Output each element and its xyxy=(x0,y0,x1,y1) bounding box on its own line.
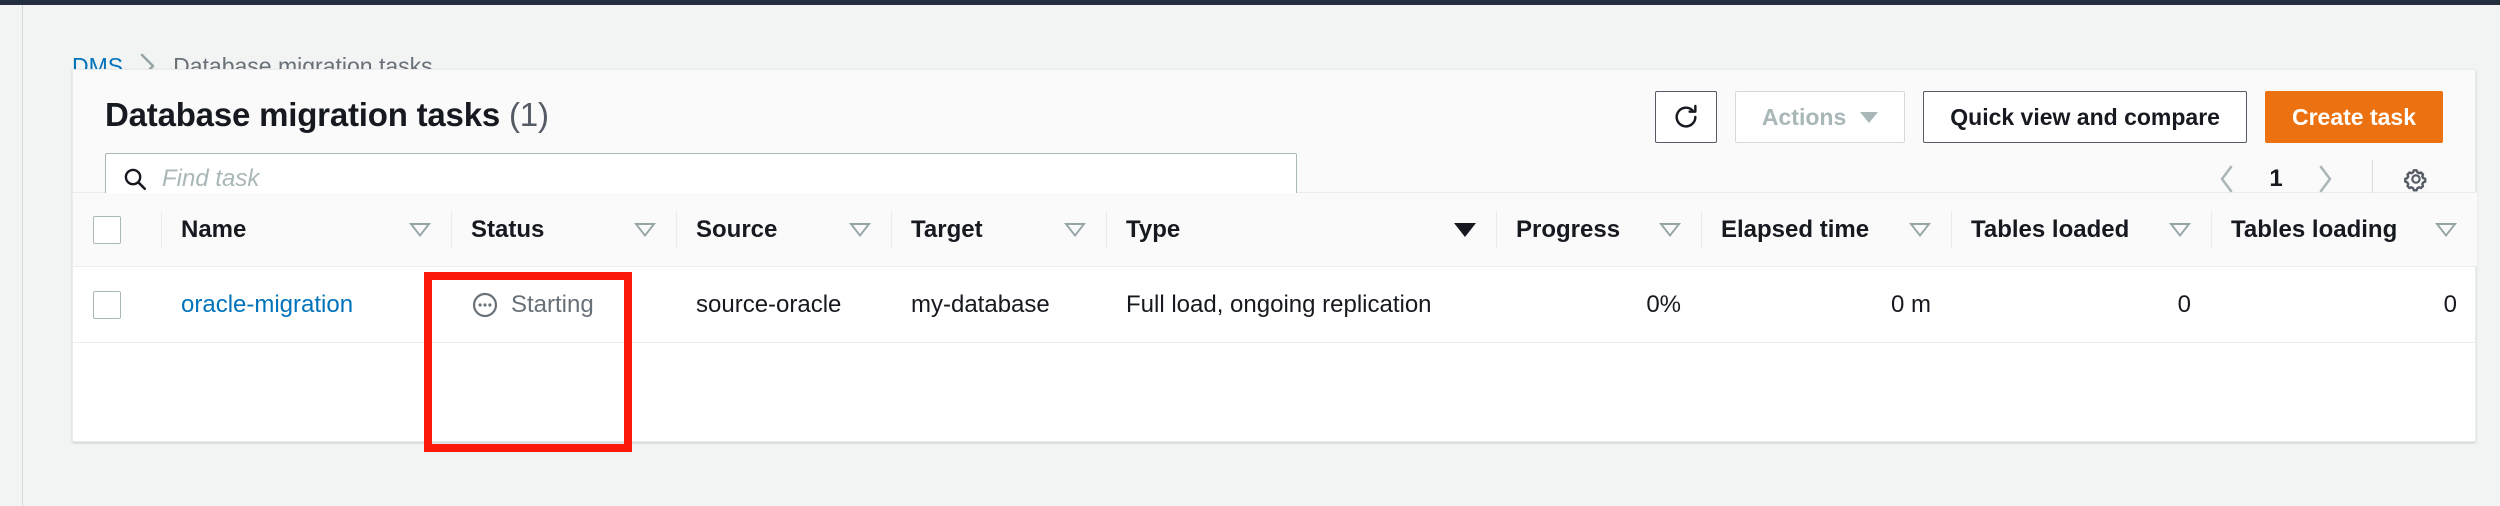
column-label-target: Target xyxy=(911,215,983,243)
cell-row-select xyxy=(73,266,161,343)
column-header-type[interactable]: Type xyxy=(1106,192,1496,267)
column-header-target[interactable]: Target xyxy=(891,192,1106,267)
column-header-tables-loaded[interactable]: Tables loaded xyxy=(1951,192,2211,267)
sort-triangle-icon-source[interactable] xyxy=(849,222,871,237)
page-title-text: Database migration tasks xyxy=(105,96,501,133)
column-label-elapsed-time: Elapsed time xyxy=(1721,215,1870,243)
card-header: Database migration tasks (1) Actions Qui… xyxy=(73,70,2475,205)
status-badge: Starting xyxy=(471,291,656,319)
column-header-elapsed-time[interactable]: Elapsed time xyxy=(1701,192,1951,267)
sort-triangle-icon-progress[interactable] xyxy=(1659,222,1681,237)
caret-down-icon xyxy=(1860,111,1879,123)
column-header-name[interactable]: Name xyxy=(161,192,451,267)
actions-dropdown-button[interactable]: Actions xyxy=(1734,91,1906,143)
status-text: Starting xyxy=(511,290,594,318)
create-task-button[interactable]: Create task xyxy=(2264,91,2443,143)
page-title: Database migration tasks (1) xyxy=(105,96,549,134)
cell-elapsed-time: 0 m xyxy=(1701,266,1951,343)
tasks-table-head: Name Status Source Target Type Progress … xyxy=(73,192,2477,267)
cell-tables-loaded: 0 xyxy=(1951,266,2211,343)
sort-triangle-icon-tables-loaded[interactable] xyxy=(2169,222,2191,237)
column-label-progress: Progress xyxy=(1516,215,1621,243)
search-icon xyxy=(122,166,148,192)
quick-view-and-compare-button[interactable]: Quick view and compare xyxy=(1923,91,2247,143)
tasks-table: Name Status Source Target Type Progress … xyxy=(73,192,2477,343)
column-label-name: Name xyxy=(181,215,247,243)
sort-triangle-icon-elapsed-time[interactable] xyxy=(1909,222,1931,237)
tasks-table-body: oracle-migration Starting source-oracle … xyxy=(73,266,2477,343)
column-label-status: Status xyxy=(471,215,545,243)
cell-type: Full load, ongoing replication xyxy=(1106,266,1496,343)
page-number-1[interactable]: 1 xyxy=(2254,165,2298,193)
left-rail xyxy=(0,5,23,506)
sort-triangle-icon-target[interactable] xyxy=(1064,222,1086,237)
cell-progress: 0% xyxy=(1496,266,1701,343)
sort-triangle-icon-name[interactable] xyxy=(409,222,431,237)
task-name-link[interactable]: oracle-migration xyxy=(181,291,353,318)
row-checkbox[interactable] xyxy=(93,290,121,319)
sort-triangle-icon-tables-loading[interactable] xyxy=(2435,222,2457,237)
table-header-row: Name Status Source Target Type Progress … xyxy=(73,192,2477,267)
column-header-select-all xyxy=(73,192,161,267)
refresh-icon xyxy=(1672,103,1700,131)
sort-triangle-icon-type[interactable] xyxy=(1454,222,1476,237)
tasks-card: Database migration tasks (1) Actions Qui… xyxy=(72,69,2477,442)
refresh-button[interactable] xyxy=(1654,91,1717,143)
column-header-tables-loading[interactable]: Tables loading xyxy=(2211,192,2477,267)
pending-dots-circle-icon xyxy=(471,291,499,319)
search-input[interactable] xyxy=(162,165,1280,193)
table-row: oracle-migration Starting source-oracle … xyxy=(73,266,2477,343)
select-all-checkbox[interactable] xyxy=(93,215,121,244)
actions-label: Actions xyxy=(1761,103,1847,130)
column-label-tables-loaded: Tables loaded xyxy=(1971,215,2130,243)
column-header-source[interactable]: Source xyxy=(676,192,891,267)
cell-tables-loading: 0 xyxy=(2211,266,2477,343)
page-title-count: (1) xyxy=(509,96,549,133)
column-header-status[interactable]: Status xyxy=(451,192,676,267)
page-container: DMS Database migration tasks Database mi… xyxy=(24,5,2500,506)
cell-status: Starting xyxy=(451,266,676,343)
column-header-progress[interactable]: Progress xyxy=(1496,192,1701,267)
header-actions: Actions Quick view and compare Create ta… xyxy=(1654,91,2443,143)
cell-name: oracle-migration xyxy=(161,266,451,343)
column-label-type: Type xyxy=(1126,215,1181,243)
cell-target: my-database xyxy=(891,266,1106,343)
column-label-tables-loading: Tables loading xyxy=(2231,215,2398,243)
sort-triangle-icon-status[interactable] xyxy=(634,222,656,237)
cell-source: source-oracle xyxy=(676,266,891,343)
column-label-source: Source xyxy=(696,215,778,243)
